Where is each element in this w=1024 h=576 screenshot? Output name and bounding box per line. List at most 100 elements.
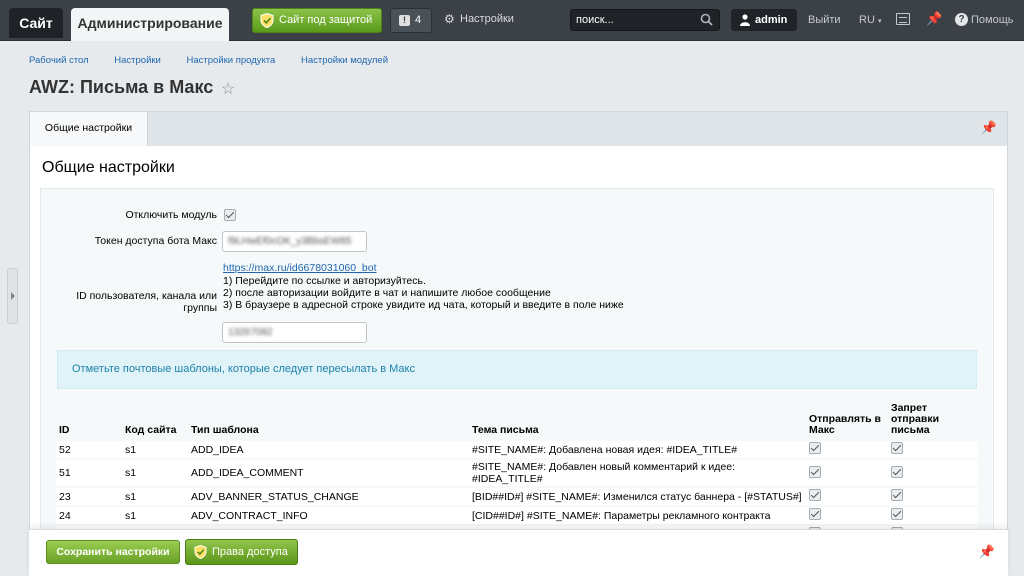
access-rights-label: Права доступа xyxy=(212,546,288,558)
send-to-max-checkbox[interactable] xyxy=(809,508,821,520)
info-message: Отметьте почтовые шаблоны, которые следу… xyxy=(57,350,977,389)
cell-send xyxy=(806,441,888,460)
block-email-checkbox[interactable] xyxy=(891,442,903,454)
cell-site: s1 xyxy=(122,441,188,460)
column-header: Код сайта xyxy=(125,424,177,436)
settings-form: Отключить модуль Токен доступа бота Макс… xyxy=(40,188,994,564)
table-row: 24 s1 ADV_CONTRACT_INFO [CID##ID#] #SITE_NA… xyxy=(56,506,978,526)
cell-type: ADD_IDEA_COMMENT xyxy=(188,459,469,488)
pin-icon[interactable]: 📌 xyxy=(926,11,942,27)
cell-subject: [BID##ID#] #SITE_NAME#: Изменился статус… xyxy=(469,487,806,507)
send-to-max-checkbox[interactable] xyxy=(809,465,821,478)
table-row: 52 s1 ADD_IDEA #SITE_NAME#: Добавлена новая… xyxy=(56,441,978,460)
user-id-field[interactable]: 13267082 xyxy=(222,322,367,343)
cell-id: 51 xyxy=(56,459,122,488)
disable-module-checkbox[interactable] xyxy=(224,209,236,221)
cell-site: s1 xyxy=(122,459,188,488)
tab-bar: Общие настройки 📌 xyxy=(29,111,1008,148)
site-tab[interactable]: Сайт xyxy=(9,8,63,38)
cell-send xyxy=(806,487,888,507)
search-input[interactable]: поиск... xyxy=(570,9,720,31)
cell-type: ADV_BANNER_STATUS_CHANGE xyxy=(188,487,469,507)
chevron-down-icon: ▾ xyxy=(877,18,882,25)
column-header: Тип шаблона xyxy=(191,424,259,436)
cell-site: s1 xyxy=(122,487,188,507)
cell-block xyxy=(888,506,978,526)
shield-icon xyxy=(194,545,207,559)
cell-send xyxy=(806,506,888,526)
notifications-icon: ! xyxy=(399,15,410,26)
breadcrumb-item[interactable]: Настройки продукта xyxy=(187,55,276,66)
language-label: RU xyxy=(859,14,875,26)
cell-subject: #SITE_NAME#: Добавлен новый комментарий … xyxy=(469,459,806,488)
send-to-max-checkbox[interactable] xyxy=(809,442,821,454)
settings-link[interactable]: ⚙ Настройки xyxy=(444,12,514,26)
save-button[interactable]: Сохранить настройки xyxy=(46,540,180,564)
user-id-label: ID пользователя, канала или группы xyxy=(76,290,217,314)
section-title: Общие настройки xyxy=(42,159,175,176)
column-header: Запрет отправки письма xyxy=(891,402,940,436)
token-field[interactable]: f9LHwEf0cOK_y3BbsEW85 xyxy=(222,231,367,252)
breadcrumb-item[interactable]: Настройки модулей xyxy=(301,55,388,66)
cell-id: 52 xyxy=(56,441,122,460)
admin-tab[interactable]: Администрирование xyxy=(71,8,229,41)
column-header: ID xyxy=(59,424,70,436)
cell-send xyxy=(806,459,888,488)
instruction-step: 1) Перейдите по ссылке и авторизуйтесь. xyxy=(223,275,426,287)
block-email-checkbox[interactable] xyxy=(891,465,903,478)
pin-icon[interactable]: 📌 xyxy=(979,544,995,560)
cell-block xyxy=(888,441,978,460)
send-to-max-checkbox[interactable] xyxy=(809,489,821,501)
column-header: Тема письма xyxy=(472,424,539,436)
pin-icon[interactable]: 📌 xyxy=(981,120,997,136)
tab-general-settings[interactable]: Общие настройки xyxy=(30,112,148,148)
top-panel: Сайт Администрирование Сайт под защитой … xyxy=(0,0,1024,41)
table-row: 23 s1 ADV_BANNER_STATUS_CHANGE [BID##ID#] #… xyxy=(56,487,978,507)
shield-icon xyxy=(260,13,274,28)
help-link[interactable]: ? Помощь xyxy=(955,13,1014,26)
block-email-checkbox[interactable] xyxy=(891,489,903,501)
cell-subject: [CID##ID#] #SITE_NAME#: Параметры реклам… xyxy=(469,506,806,526)
instruction-step: 3) В браузере в адресной строке увидите … xyxy=(223,299,624,311)
side-panel-toggle[interactable] xyxy=(7,268,18,324)
cell-block xyxy=(888,487,978,507)
settings-panel: Общие настройки Отключить модуль Токен д… xyxy=(29,146,1008,564)
notifications-button[interactable]: ! 4 xyxy=(390,8,432,33)
language-select[interactable]: RU ▾ xyxy=(859,14,881,26)
help-icon: ? xyxy=(955,13,968,26)
footer-bar: Сохранить настройки Права доступа 📌 xyxy=(29,529,1008,576)
star-icon[interactable]: ☆ xyxy=(221,79,235,99)
instruction-step: 2) после авторизации войдите в чат и нап… xyxy=(223,287,551,299)
column-header: Отправлять в Макс xyxy=(809,413,881,436)
cell-subject: #SITE_NAME#: Добавлена новая идея: #IDEA… xyxy=(469,441,806,460)
bot-link[interactable]: https://max.ru/id6678031060_bot xyxy=(223,262,377,274)
search-placeholder: поиск... xyxy=(576,14,614,26)
cell-site: s1 xyxy=(122,506,188,526)
disable-module-label: Отключить модуль xyxy=(125,209,217,221)
block-email-checkbox[interactable] xyxy=(891,508,903,520)
token-label: Токен доступа бота Макс xyxy=(94,235,217,247)
logout-link[interactable]: Выйти xyxy=(808,14,841,26)
user-icon xyxy=(740,14,750,26)
site-protected-label: Сайт под защитой xyxy=(279,14,373,26)
access-rights-button[interactable]: Права доступа xyxy=(185,539,298,565)
monitor-icon[interactable] xyxy=(896,13,910,25)
user-name: admin xyxy=(755,14,788,26)
settings-label: Настройки xyxy=(460,13,514,25)
breadcrumb-item[interactable]: Рабочий стол xyxy=(29,55,89,66)
cell-id: 23 xyxy=(56,487,122,507)
user-id-value: 13267082 xyxy=(228,327,273,338)
page-title: AWZ: Письма в Макс xyxy=(29,77,214,97)
cell-block xyxy=(888,459,978,488)
gear-icon: ⚙ xyxy=(444,12,455,26)
cell-type: ADD_IDEA xyxy=(188,441,469,460)
user-button[interactable]: admin xyxy=(731,9,797,31)
breadcrumb: Рабочий стол Настройки Настройки продукт… xyxy=(29,55,411,66)
notifications-count: 4 xyxy=(415,14,422,26)
breadcrumb-item[interactable]: Настройки xyxy=(114,55,161,66)
help-label: Помощь xyxy=(971,14,1014,26)
search-icon[interactable] xyxy=(700,13,713,26)
site-protected-button[interactable]: Сайт под защитой xyxy=(252,8,382,33)
cell-id: 24 xyxy=(56,506,122,526)
cell-type: ADV_CONTRACT_INFO xyxy=(188,506,469,526)
